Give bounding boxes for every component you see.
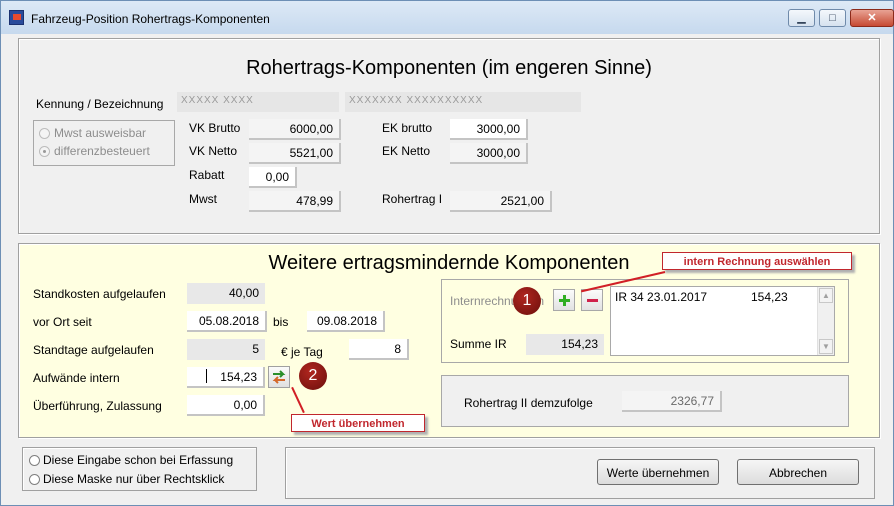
- list-scrollbar[interactable]: ▲ ▼: [817, 287, 834, 355]
- vat-option-label: Mwst ausweisbar: [54, 126, 147, 140]
- vor-ort-to-field[interactable]: 09.08.2018: [307, 311, 385, 332]
- step-badge-1: 1: [513, 287, 541, 315]
- rohertrag2-group: Rohertrag II demzufolge 2326,77: [441, 375, 849, 427]
- ek-brutto-field[interactable]: 3000,00: [450, 119, 528, 140]
- vk-netto-field[interactable]: 5521,00: [249, 143, 341, 164]
- je-tag-label: € je Tag: [281, 345, 323, 359]
- list-item-invoice-amount[interactable]: 154,23: [751, 290, 788, 304]
- internal-invoices-group: Internrechnungen IR 34 23.01.2017 154,23…: [441, 279, 849, 363]
- option-right-click-label[interactable]: Diese Maske nur über Rechtsklick: [43, 472, 224, 486]
- list-item-invoice-text[interactable]: IR 34 23.01.2017: [615, 290, 707, 304]
- remove-internal-invoice-button[interactable]: [581, 289, 603, 311]
- text-cursor: [206, 369, 207, 383]
- apply-value-button[interactable]: [268, 366, 290, 388]
- margin-tax-option-label: differenzbesteuert: [54, 144, 150, 158]
- aufwaende-label: Aufwände intern: [33, 371, 120, 385]
- bezeichnung-field: XXXXXXX XXXXXXXXXX: [345, 92, 581, 112]
- app-icon: [9, 10, 24, 25]
- vk-brutto-field[interactable]: 6000,00: [249, 119, 341, 140]
- kennung-field: XXXXX XXXX: [177, 92, 339, 112]
- summe-ir-label: Summe IR: [450, 337, 507, 351]
- scroll-down-icon[interactable]: ▼: [819, 339, 833, 354]
- add-internal-invoice-button[interactable]: [553, 289, 575, 311]
- minimize-icon: ▁: [797, 12, 806, 24]
- summe-ir-field: 154,23: [526, 334, 604, 355]
- ek-netto-field[interactable]: 3000,00: [450, 143, 528, 164]
- rohertrag1-field[interactable]: 2521,00: [450, 191, 552, 212]
- standtage-label: Standtage aufgelaufen: [33, 343, 154, 357]
- maximize-icon: □: [829, 12, 836, 24]
- gross-profit-panel: Rohertrags-Komponenten (im engeren Sinne…: [18, 38, 880, 234]
- ek-brutto-label: EK brutto: [382, 121, 433, 135]
- mwst-field[interactable]: 478,99: [249, 191, 341, 212]
- cancel-button[interactable]: Abbrechen: [737, 459, 859, 485]
- vor-ort-label: vor Ort seit: [33, 315, 92, 329]
- margin-tax-option-radio[interactable]: [39, 146, 50, 157]
- vor-ort-from-field[interactable]: 05.08.2018: [187, 311, 267, 332]
- ueberfuehrung-field[interactable]: 0,00: [187, 395, 265, 416]
- rohertrag2-field: 2326,77: [622, 391, 722, 412]
- gross-profit-heading: Rohertrags-Komponenten (im engeren Sinne…: [246, 57, 652, 79]
- reducing-components-panel: Weitere ertragsmindernde Komponenten Sta…: [18, 243, 880, 438]
- bis-label: bis: [273, 315, 289, 329]
- standkosten-label: Standkosten aufgelaufen: [33, 287, 166, 301]
- kennung-label: Kennung / Bezeichnung: [36, 97, 164, 111]
- transfer-arrows-icon: [272, 370, 286, 384]
- je-tag-field[interactable]: 8: [349, 339, 409, 360]
- scroll-up-icon[interactable]: ▲: [819, 288, 833, 303]
- standkosten-field: 40,00: [187, 283, 265, 304]
- aufwaende-field[interactable]: 154,23: [187, 367, 265, 388]
- apply-values-button[interactable]: Werte übernehmen: [597, 459, 719, 485]
- option-on-entry-radio[interactable]: [29, 455, 40, 466]
- rohertrag2-label: Rohertrag II demzufolge: [464, 396, 593, 410]
- maximize-button[interactable]: □: [819, 9, 846, 27]
- vat-groupbox: Mwst ausweisbar differenzbesteuert: [33, 120, 175, 166]
- close-button[interactable]: ✕: [850, 9, 894, 27]
- option-on-entry-label[interactable]: Diese Eingabe schon bei Erfassung: [43, 453, 233, 467]
- standtage-field: 5: [187, 339, 265, 360]
- mask-options-panel: Diese Eingabe schon bei Erfassung Diese …: [22, 447, 257, 491]
- ek-netto-label: EK Netto: [382, 144, 431, 158]
- minimize-button[interactable]: ▁: [788, 9, 815, 27]
- callout-apply-value: Wert übernehmen: [291, 414, 425, 432]
- dialog-window: Fahrzeug-Position Rohertrags-Komponenten…: [0, 0, 894, 506]
- rohertrag1-label: Rohertrag I: [382, 192, 443, 206]
- action-button-panel: Werte übernehmen Abbrechen: [285, 447, 875, 499]
- title-bar: Fahrzeug-Position Rohertrags-Komponenten…: [1, 1, 894, 34]
- vk-netto-label: VK Netto: [189, 144, 238, 158]
- mwst-label: Mwst: [189, 192, 217, 206]
- vk-brutto-label: VK Brutto: [189, 121, 241, 135]
- option-right-click-radio[interactable]: [29, 474, 40, 485]
- vat-option-radio[interactable]: [39, 128, 50, 139]
- close-icon: ✕: [867, 12, 877, 24]
- callout-select-invoice: intern Rechnung auswählen: [662, 252, 852, 270]
- rabatt-field[interactable]: 0,00: [249, 167, 297, 188]
- internal-invoice-list[interactable]: IR 34 23.01.2017 154,23 ▲ ▼: [610, 286, 835, 356]
- rabatt-label: Rabatt: [189, 168, 225, 182]
- window-title: Fahrzeug-Position Rohertrags-Komponenten: [31, 12, 270, 26]
- step-badge-2: 2: [299, 362, 327, 390]
- ueberfuehrung-label: Überführung, Zulassung: [33, 399, 162, 413]
